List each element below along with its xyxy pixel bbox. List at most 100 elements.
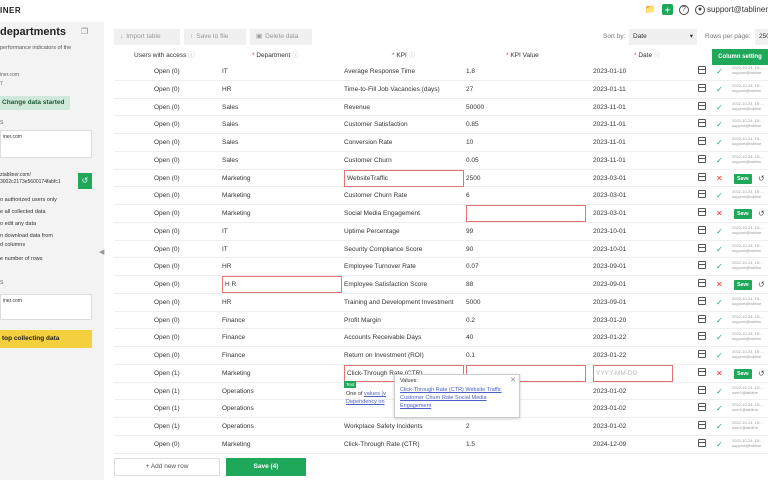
- cell-date[interactable]: 2023-09-01: [593, 276, 673, 293]
- cell-date[interactable]: 2023-01-02: [593, 400, 673, 417]
- values-list[interactable]: Click-Through Rate (CTR) Website Traffic…: [400, 386, 514, 410]
- cell-dept[interactable]: IT: [222, 241, 342, 258]
- cell-access[interactable]: Open (1): [154, 383, 214, 400]
- calendar-icon[interactable]: [698, 190, 706, 199]
- cell-value[interactable]: 1.8: [466, 63, 586, 80]
- cell-access[interactable]: Open (0): [154, 81, 214, 98]
- calendar-icon[interactable]: [698, 332, 706, 341]
- cell-date[interactable]: 2023-03-01: [593, 187, 673, 204]
- calendar-icon[interactable]: [698, 438, 706, 447]
- row-save-button[interactable]: Save: [734, 280, 752, 290]
- cell-access[interactable]: Open (0): [154, 258, 214, 275]
- calendar-icon[interactable]: [698, 385, 706, 394]
- cell-date[interactable]: 2023-01-02: [593, 418, 673, 435]
- calendar-icon[interactable]: [698, 261, 706, 270]
- cell-value[interactable]: 90: [466, 241, 586, 258]
- cell-dept[interactable]: IT: [222, 223, 342, 240]
- cell-dept[interactable]: H R: [222, 276, 342, 293]
- cell-dept[interactable]: Marketing: [222, 205, 342, 222]
- cell-value[interactable]: 0.85: [466, 116, 586, 133]
- save-to-file-button[interactable]: ↑ Save to file: [184, 29, 246, 45]
- cell-value[interactable]: 0.05: [466, 152, 586, 169]
- calendar-icon[interactable]: [698, 350, 706, 358]
- table-row[interactable]: Open (0) Finance Profit Margin 0.2 2023-01-2…: [114, 312, 768, 330]
- cell-kpi[interactable]: Security Compliance Score: [344, 241, 464, 258]
- undo-icon[interactable]: ↺: [758, 367, 765, 380]
- cell-kpi[interactable]: Employee Turnover Rate: [344, 258, 464, 275]
- table-row[interactable]: Open (0) Marketing Social Media Engagement…: [114, 205, 768, 223]
- table-row[interactable]: Open (0) Marketing WebsiteTraffic 2500 2023-…: [114, 169, 768, 188]
- sidebar-email-box[interactable]: iner.com: [0, 130, 92, 158]
- cell-dept[interactable]: Sales: [222, 152, 342, 169]
- cell-date[interactable]: 2023-01-10: [593, 63, 673, 80]
- sort-by-select[interactable]: Date ▾: [629, 29, 697, 45]
- cell-value[interactable]: 0.2: [466, 312, 586, 329]
- cell-access[interactable]: Open (0): [154, 116, 214, 133]
- copy-link-button[interactable]: ↺: [78, 173, 92, 189]
- cell-kpi[interactable]: Employee Satisfaction Score: [344, 276, 464, 293]
- table-row[interactable]: Open (0) Sales Revenue 50000 2023-11-01 ✓ 2022…: [114, 99, 768, 117]
- table-row[interactable]: Open (0) IT Average Response Time 1.8 2023-0…: [114, 63, 768, 81]
- cell-dept[interactable]: Marketing: [222, 170, 342, 187]
- cell-value[interactable]: 50000: [466, 99, 586, 116]
- cell-kpi[interactable]: Customer Churn Rate: [344, 187, 464, 204]
- cell-access[interactable]: Open (0): [154, 241, 214, 258]
- cell-date[interactable]: YYYY-MM-DD: [593, 364, 673, 382]
- cell-date[interactable]: 2023-03-01: [593, 170, 673, 187]
- cell-date[interactable]: 2023-11-01: [593, 134, 673, 151]
- cell-access[interactable]: Open (0): [154, 276, 214, 293]
- cell-dept[interactable]: IT: [222, 63, 342, 80]
- header-department[interactable]: * Department ⓘ: [252, 49, 299, 63]
- cell-value[interactable]: 0.07: [466, 258, 586, 275]
- cell-date[interactable]: 2023-11-01: [593, 152, 673, 169]
- cell-dept[interactable]: Finance: [222, 329, 342, 346]
- cell-access[interactable]: Open (0): [154, 99, 214, 116]
- table-row[interactable]: Open (0) HR Employee Turnover Rate 0.07 2023…: [114, 258, 768, 276]
- values-link[interactable]: values (v: [364, 391, 386, 397]
- cell-access[interactable]: Open (0): [154, 134, 214, 151]
- table-row[interactable]: Open (0) Marketing Click-Through Rate (CTR…: [114, 436, 768, 454]
- calendar-icon[interactable]: [698, 154, 706, 163]
- sidebar-email-box-2[interactable]: iner.com: [0, 294, 92, 320]
- header-kpi-value[interactable]: * KPI Value: [506, 49, 539, 63]
- cell-value[interactable]: 2500: [466, 170, 586, 187]
- close-icon[interactable]: ✕: [510, 376, 516, 384]
- cell-date[interactable]: 2023-10-01: [593, 223, 673, 240]
- calendar-icon[interactable]: [698, 172, 706, 181]
- rows-per-page-select[interactable]: 250: [755, 29, 768, 45]
- table-row[interactable]: Open (0) Finance Accounts Receivable Days 4…: [114, 329, 768, 347]
- option-authorized-users[interactable]: o authorized users only: [0, 197, 57, 203]
- cell-date[interactable]: 2023-11-01: [593, 116, 673, 133]
- calendar-icon[interactable]: [698, 137, 706, 145]
- cell-dept[interactable]: HR: [222, 81, 342, 98]
- cell-dept[interactable]: Sales: [222, 99, 342, 116]
- cell-date[interactable]: 2023-09-01: [593, 294, 673, 311]
- cell-dept[interactable]: Finance: [222, 347, 342, 364]
- cell-kpi[interactable]: Customer Churn: [344, 152, 464, 169]
- table-row[interactable]: Open (0) HR Time-to-Fill Job Vacancies (da…: [114, 81, 768, 99]
- cell-value[interactable]: 2: [466, 418, 586, 435]
- row-save-button[interactable]: Save: [734, 368, 752, 379]
- cell-dept[interactable]: HR: [222, 258, 342, 275]
- table-row[interactable]: Open (0) Sales Customer Churn 0.05 2023-11-0…: [114, 152, 768, 170]
- row-save-button[interactable]: Save: [734, 173, 752, 184]
- calendar-icon[interactable]: [698, 367, 706, 376]
- calendar-icon[interactable]: [698, 119, 706, 128]
- cell-date[interactable]: 2023-01-22: [593, 347, 673, 364]
- table-row[interactable]: Open (0) H R Employee Satisfaction Score 88…: [114, 276, 768, 294]
- cell-value[interactable]: 0.1: [466, 347, 586, 364]
- cell-access[interactable]: Open (0): [154, 436, 214, 453]
- table-row[interactable]: Open (0) Sales Conversion Rate 10 2023-11-01…: [114, 134, 768, 152]
- cell-date[interactable]: 2023-01-22: [593, 329, 673, 346]
- cell-access[interactable]: Open (0): [154, 187, 214, 204]
- cell-date[interactable]: 2023-11-01: [593, 99, 673, 116]
- cell-access[interactable]: Open (0): [154, 223, 214, 240]
- user-menu[interactable]: ● support@tabliner: [694, 4, 768, 15]
- cell-dept[interactable]: Marketing: [222, 187, 342, 204]
- option-edit-any-data[interactable]: o edit any data: [0, 221, 36, 227]
- cell-dept[interactable]: Finance: [222, 312, 342, 329]
- cell-access[interactable]: Open (0): [154, 205, 214, 222]
- dependency-link[interactable]: Dependency on: [346, 399, 385, 405]
- cell-dept[interactable]: Marketing: [222, 436, 342, 453]
- cell-kpi[interactable]: Uptime Percentage: [344, 223, 464, 240]
